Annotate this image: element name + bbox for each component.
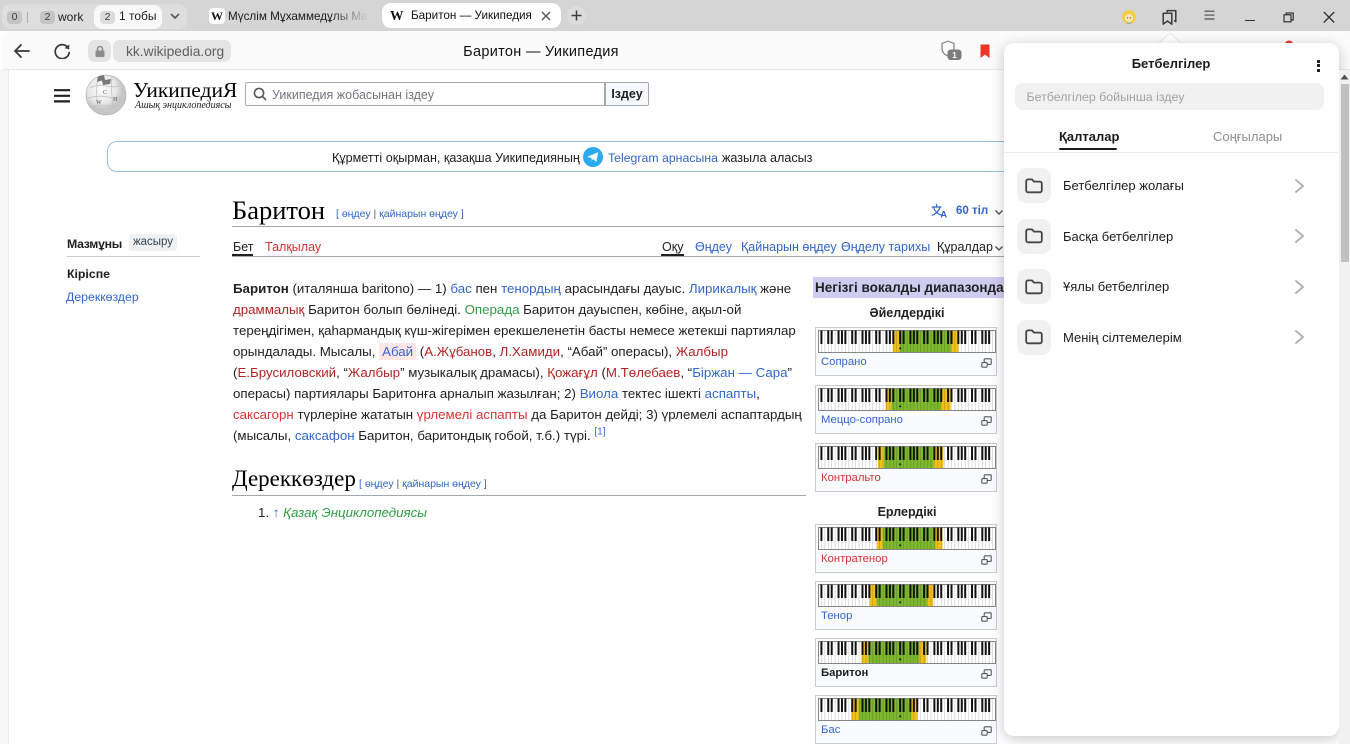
svg-text:И: И xyxy=(113,97,118,103)
svg-text:C: C xyxy=(103,90,107,96)
svg-text:1: 1 xyxy=(952,50,957,60)
svg-text:W: W xyxy=(96,100,102,106)
svg-text:A: A xyxy=(940,209,947,218)
